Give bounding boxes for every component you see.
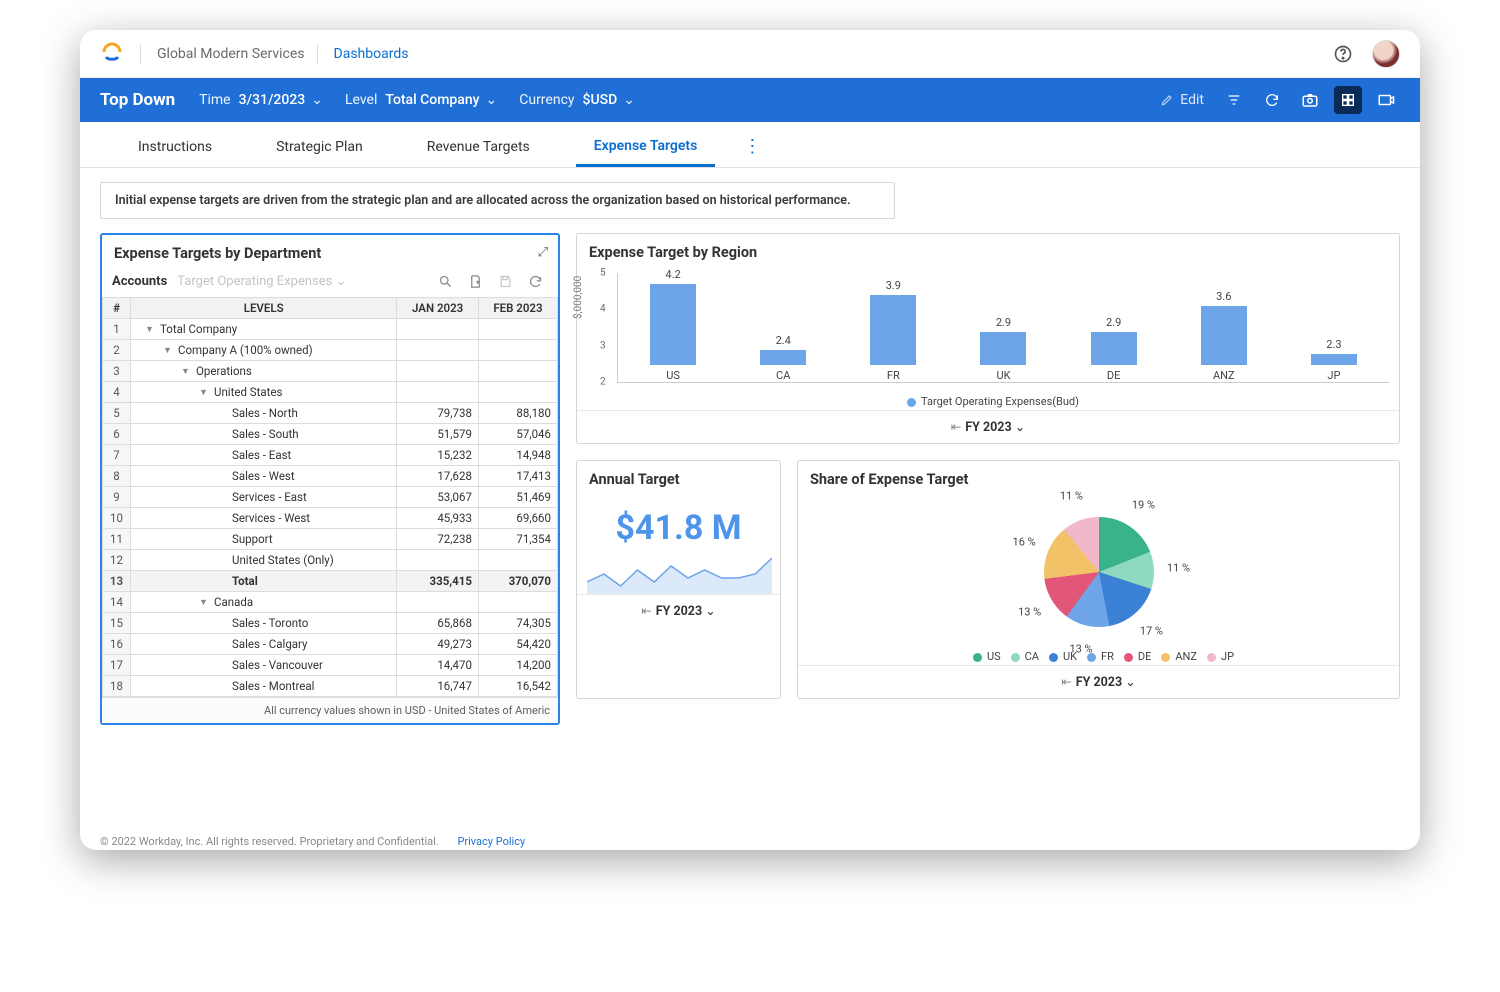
app-window: Global Modern Services Dashboards Top Do… bbox=[80, 30, 1420, 850]
table-row[interactable]: 13Total335,415370,070 bbox=[103, 571, 558, 592]
info-banner: Initial expense targets are driven from … bbox=[100, 182, 895, 219]
chevron-down-icon[interactable]: ⌄ bbox=[623, 92, 635, 108]
chart-legend: Target Operating Expenses(Bud) bbox=[577, 389, 1399, 410]
column-header[interactable]: LEVELS bbox=[131, 298, 397, 319]
share-of-expense-card: Share of Expense Target 19 % 11 % 17 % 13 %… bbox=[797, 460, 1400, 699]
table-row[interactable]: 9Services - East53,06751,469 bbox=[103, 487, 558, 508]
footer: © 2022 Workday, Inc. All rights reserved… bbox=[100, 835, 525, 848]
column-header[interactable]: FEB 2023 bbox=[478, 298, 557, 319]
pie-legend: USCAUKFRDEANZJP bbox=[798, 646, 1399, 665]
column-header[interactable]: # bbox=[103, 298, 131, 319]
help-icon[interactable] bbox=[1332, 43, 1354, 65]
edit-button[interactable]: Edit bbox=[1160, 92, 1204, 108]
refresh-icon[interactable] bbox=[1258, 86, 1286, 114]
table-row[interactable]: 7Sales - East15,23214,948 bbox=[103, 445, 558, 466]
workday-logo-icon bbox=[100, 42, 124, 66]
page-title: Top Down bbox=[100, 90, 175, 110]
annual-target-value: $41.8 M bbox=[577, 496, 780, 554]
tab-overflow-menu[interactable]: ⋮ bbox=[743, 136, 761, 167]
table-row[interactable]: 4▼United States bbox=[103, 382, 558, 403]
period-selector[interactable]: ⇤FY 2023 ⌄ bbox=[577, 410, 1399, 443]
page-toolbar: Top Down Time 3/31/2023 ⌄ Level Total Co… bbox=[80, 78, 1420, 122]
pie-chart bbox=[1044, 517, 1154, 627]
table-row[interactable]: 12United States (Only) bbox=[103, 550, 558, 571]
search-icon[interactable] bbox=[438, 274, 458, 289]
grid-view-icon[interactable] bbox=[1334, 86, 1362, 114]
divider bbox=[140, 44, 141, 64]
currency-note: All currency values shown in USD - Unite… bbox=[102, 697, 558, 723]
level-label: Level bbox=[345, 92, 377, 108]
expense-by-department-card: Expense Targets by Department ⤢ Accounts… bbox=[100, 233, 560, 725]
measure-selector[interactable]: Target Operating Expenses ⌄ bbox=[177, 274, 346, 289]
user-avatar[interactable] bbox=[1372, 40, 1400, 68]
tab-revenue-targets[interactable]: Revenue Targets bbox=[409, 139, 548, 167]
table-row[interactable]: 16Sales - Calgary49,27354,420 bbox=[103, 634, 558, 655]
table-row[interactable]: 3▼Operations bbox=[103, 361, 558, 382]
y-axis-label: $,000,000 bbox=[573, 276, 584, 319]
filter-icon[interactable] bbox=[1220, 86, 1248, 114]
export-icon[interactable] bbox=[468, 274, 488, 289]
level-value[interactable]: Total Company bbox=[385, 92, 479, 108]
accounts-tab[interactable]: Accounts bbox=[112, 274, 167, 289]
tab-bar: Instructions Strategic Plan Revenue Target… bbox=[80, 122, 1420, 168]
snapshot-icon[interactable] bbox=[1296, 86, 1324, 114]
pie-slice-label: 13 % bbox=[1069, 643, 1092, 656]
table-row[interactable]: 17Sales - Vancouver14,47014,200 bbox=[103, 655, 558, 676]
table-row[interactable]: 14▼Canada bbox=[103, 592, 558, 613]
annual-target-card: Annual Target $41.8 M ⇤FY 2023 ⌄ bbox=[576, 460, 781, 699]
table-row[interactable]: 2▼Company A (100% owned) bbox=[103, 340, 558, 361]
expense-by-region-card: Expense Target by Region $,000,000 23454… bbox=[576, 233, 1400, 444]
bar-chart: 23454.2US2.4CA3.9FR2.9UK2.9DE3.6ANZ2.3JP bbox=[617, 273, 1389, 383]
card-title: Expense Targets by Department bbox=[102, 235, 558, 270]
pie-slice-label: 19 % bbox=[1132, 498, 1155, 511]
pie-slice-label: 11 % bbox=[1060, 489, 1083, 502]
card-title: Annual Target bbox=[577, 461, 780, 496]
card-title: Share of Expense Target bbox=[798, 461, 1399, 496]
present-icon[interactable] bbox=[1372, 86, 1400, 114]
table-row[interactable]: 5Sales - North79,73888,180 bbox=[103, 403, 558, 424]
period-selector[interactable]: ⇤FY 2023 ⌄ bbox=[798, 665, 1399, 698]
divider bbox=[317, 44, 318, 64]
card-title: Expense Target by Region bbox=[577, 234, 1399, 269]
save-icon[interactable] bbox=[498, 274, 518, 289]
pie-slice-label: 13 % bbox=[1018, 605, 1041, 618]
tab-strategic-plan[interactable]: Strategic Plan bbox=[258, 139, 381, 167]
breadcrumb-dashboards[interactable]: Dashboards bbox=[334, 46, 409, 62]
department-table[interactable]: #LEVELSJAN 2023FEB 2023 1▼Total Company2… bbox=[102, 297, 558, 697]
tab-expense-targets[interactable]: Expense Targets bbox=[576, 138, 716, 167]
currency-label: Currency bbox=[519, 92, 574, 108]
period-selector[interactable]: ⇤FY 2023 ⌄ bbox=[577, 594, 780, 627]
org-name: Global Modern Services bbox=[157, 46, 305, 62]
table-row[interactable]: 6Sales - South51,57957,046 bbox=[103, 424, 558, 445]
table-row[interactable]: 10Services - West45,93369,660 bbox=[103, 508, 558, 529]
time-label: Time bbox=[199, 92, 230, 108]
sparkline-chart bbox=[577, 554, 780, 594]
privacy-link[interactable]: Privacy Policy bbox=[457, 835, 525, 848]
time-value[interactable]: 3/31/2023 bbox=[239, 92, 306, 108]
currency-value[interactable]: $USD bbox=[583, 92, 618, 108]
chevron-down-icon[interactable]: ⌄ bbox=[311, 92, 323, 108]
table-row[interactable]: 8Sales - West17,62817,413 bbox=[103, 466, 558, 487]
table-row[interactable]: 11Support72,23871,354 bbox=[103, 529, 558, 550]
table-row[interactable]: 18Sales - Montreal16,74716,542 bbox=[103, 676, 558, 697]
table-row[interactable]: 1▼Total Company bbox=[103, 319, 558, 340]
pie-slice-label: 16 % bbox=[1013, 535, 1036, 548]
refresh-icon[interactable] bbox=[528, 274, 548, 289]
pie-slice-label: 17 % bbox=[1140, 625, 1163, 638]
chevron-down-icon[interactable]: ⌄ bbox=[486, 92, 498, 108]
pie-slice-label: 11 % bbox=[1167, 562, 1190, 575]
brand-bar: Global Modern Services Dashboards bbox=[80, 30, 1420, 78]
table-row[interactable]: 15Sales - Toronto65,86874,305 bbox=[103, 613, 558, 634]
column-header[interactable]: JAN 2023 bbox=[397, 298, 479, 319]
expand-icon[interactable]: ⤢ bbox=[538, 245, 548, 260]
tab-instructions[interactable]: Instructions bbox=[120, 139, 230, 167]
